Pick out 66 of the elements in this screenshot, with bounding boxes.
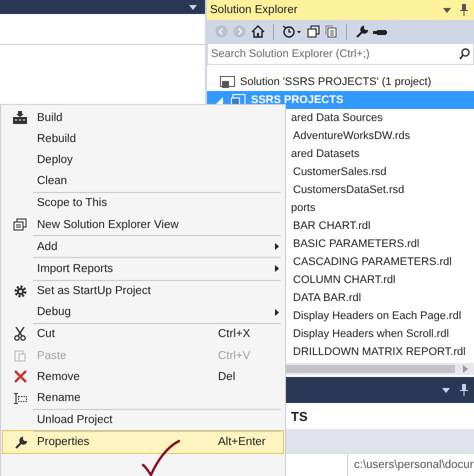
tree-item[interactable]: DATA BAR.rdl (293, 292, 362, 304)
wrench-icon (14, 436, 26, 449)
tree-item[interactable]: CustomerSales.rsd (293, 166, 387, 178)
submenu-arrow-icon (275, 243, 279, 250)
shortcut-label: Ctrl+V (218, 350, 250, 362)
menu-item[interactable]: Import Reports (3, 257, 283, 280)
close-icon (14, 370, 26, 384)
submenu-arrow-icon (275, 265, 279, 272)
tree-item[interactable]: DRILLDOWN MATRIX REPORT.rdl (293, 346, 466, 358)
tree-item[interactable]: Display Headers on Each Page.rdl (293, 310, 462, 322)
menu-item[interactable]: Rebuild (3, 128, 283, 150)
tree-item[interactable]: ared Datasets (291, 148, 360, 160)
menu-item[interactable]: Properties Alt+Enter (3, 430, 283, 453)
pin-icon[interactable] (460, 384, 468, 396)
menu-item[interactable]: Build (3, 107, 283, 128)
tree-item[interactable]: CustomersDataSet.rsd (293, 184, 404, 196)
properties-heading: TS (291, 408, 308, 424)
rename-icon (13, 392, 27, 404)
menu-item[interactable]: Clean (3, 170, 283, 192)
submenu-arrow-icon (275, 308, 279, 316)
tree-item[interactable]: ared Data Sources (291, 112, 383, 124)
tree-item[interactable]: AdventureWorksDW.rds (293, 130, 410, 142)
pin-icon[interactable] (460, 4, 468, 16)
menu-item[interactable]: New Solution Explorer View (3, 214, 283, 236)
shortcut-label: Ctrl+X (218, 328, 250, 340)
wrench-icon[interactable] (355, 25, 368, 38)
document-copy-icon[interactable] (325, 25, 338, 38)
tree-item[interactable]: ports (291, 202, 316, 214)
tree-item[interactable]: COLUMN CHART.rdl (293, 274, 396, 286)
build-icon (13, 111, 27, 124)
clipboard-icon (14, 349, 26, 362)
menu-item[interactable]: Scope to This (3, 192, 283, 214)
menu-item[interactable]: Add (3, 235, 283, 258)
settings-icon (14, 284, 26, 298)
tree-item[interactable]: Solution 'SSRS PROJECTS' (1 project) (240, 76, 432, 88)
scissors-icon (14, 327, 26, 342)
dropdown-icon[interactable] (443, 8, 451, 12)
dropdown-icon[interactable] (442, 388, 450, 392)
menu-item[interactable]: Unload Project (3, 408, 283, 431)
search-field[interactable]: Search Solution Explorer (Ctrl+;) (207, 43, 474, 65)
panel-title: Solution Explorer (210, 4, 299, 16)
windows-icon[interactable] (307, 25, 320, 38)
menu-item[interactable]: Rename (3, 387, 283, 409)
menu-item[interactable]: Remove Del (3, 366, 283, 388)
search-icon[interactable] (459, 48, 470, 60)
menu-item[interactable]: Debug (3, 302, 283, 323)
menu-item[interactable]: Deploy (3, 149, 283, 171)
tree-item: SSRS PROJECTS (251, 94, 344, 106)
home-icon[interactable] (251, 25, 265, 38)
tree-item[interactable]: CASCADING PARAMETERS.rdl (293, 256, 452, 268)
solution-icon (220, 76, 235, 88)
menu-item[interactable]: Cut Ctrl+X (3, 322, 283, 346)
search-input[interactable]: Search Solution Explorer (Ctrl+;) (209, 48, 459, 60)
shortcut-label: Del (218, 370, 236, 383)
check-mark-icon (141, 439, 181, 476)
history-icon[interactable] (282, 25, 302, 38)
tree-item[interactable]: BAR CHART.rdl (293, 220, 370, 232)
tree-item[interactable]: Display Headers when Scroll.rdl (293, 328, 449, 340)
dropdown-icon[interactable] (189, 4, 197, 10)
property-value: c:\users\personal\docur (347, 454, 474, 476)
menu-item[interactable]: Set as StartUp Project (3, 280, 283, 302)
expand-arrow-icon[interactable] (216, 96, 223, 104)
minus-icon[interactable] (373, 28, 387, 34)
tree-item[interactable]: BASIC PARAMETERS.rdl (293, 238, 420, 250)
shortcut-label: Alt+Enter (218, 436, 266, 448)
windows-icon (13, 218, 27, 232)
